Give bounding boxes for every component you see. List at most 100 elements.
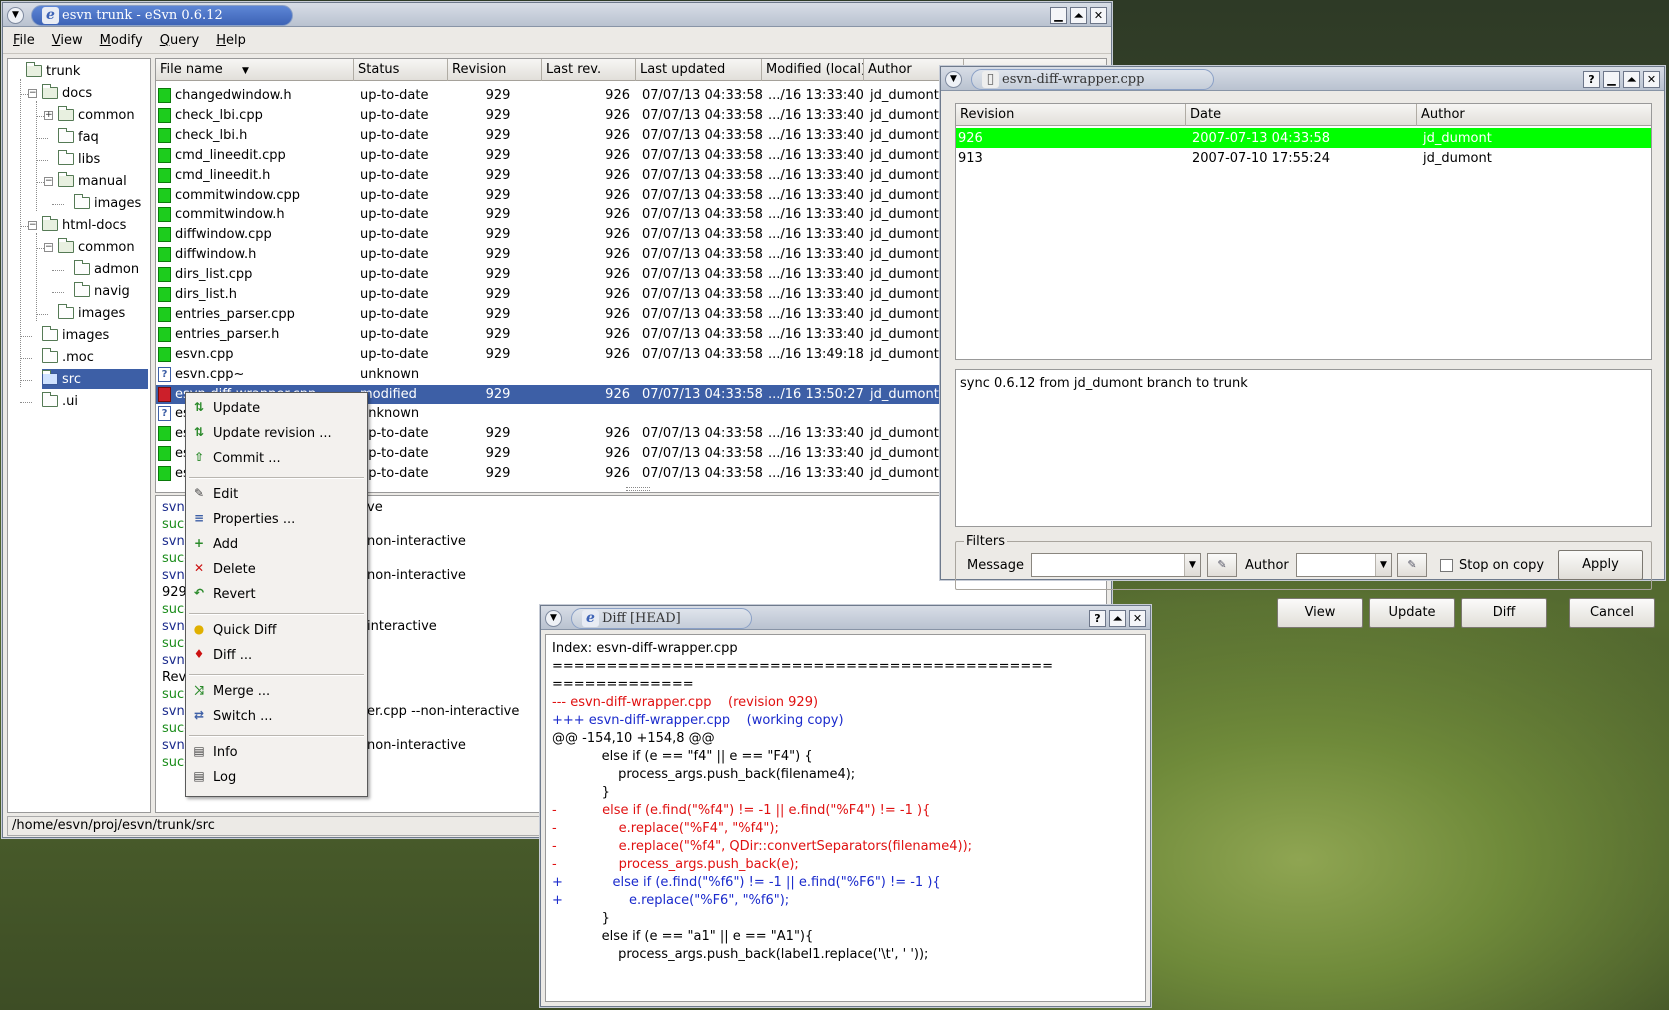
chevron-down-icon[interactable]: ▼ bbox=[1375, 554, 1391, 576]
context-menu-item[interactable]: + Add bbox=[186, 533, 367, 555]
context-menu-item[interactable]: ✕ Delete bbox=[186, 558, 367, 580]
context-menu-item[interactable]: ▤ Info bbox=[186, 741, 367, 763]
tree-item[interactable]: .ui bbox=[42, 391, 78, 411]
message-filter-combo[interactable]: ▼ bbox=[1031, 553, 1201, 577]
file-upd: 07/07/13 04:33:58 bbox=[642, 346, 762, 362]
revision-row[interactable]: 913 2007-07-10 17:55:24 jd_dumont bbox=[956, 148, 1651, 168]
file-rev: 929 bbox=[485, 127, 511, 143]
column-header[interactable]: Revision bbox=[448, 59, 542, 81]
tree-item[interactable]: manual bbox=[58, 171, 127, 191]
diff-maximize-icon[interactable]: ⏶ bbox=[1109, 610, 1126, 627]
expand-toggle-icon[interactable]: − bbox=[44, 177, 53, 186]
author-filter-combo[interactable]: ▼ bbox=[1296, 553, 1392, 577]
tree-item[interactable]: common bbox=[58, 237, 135, 257]
maximize-icon[interactable]: ⏶ bbox=[1070, 7, 1087, 24]
diff-titlebar[interactable]: ▼ e Diff [HEAD] ? ⏶ ✕ bbox=[541, 606, 1150, 630]
unknown-file-icon: ? bbox=[158, 406, 171, 422]
expand-toggle-icon[interactable]: + bbox=[44, 111, 53, 120]
context-menu-item[interactable]: ♦ Diff ... bbox=[186, 644, 367, 666]
menu-help[interactable]: Help bbox=[216, 33, 246, 48]
file-rev: 929 bbox=[485, 267, 511, 283]
commit-message-box[interactable]: sync 0.6.12 from jd_dumont branch to tru… bbox=[955, 369, 1652, 527]
column-header[interactable]: Last rev. bbox=[542, 59, 636, 81]
log-window-menu-icon[interactable]: ▼ bbox=[945, 71, 962, 88]
log-titlebar[interactable]: ▼ ▯ esvn-diff-wrapper.cpp ? ▁ ⏶ ✕ bbox=[941, 67, 1664, 91]
log-icon: ▤ bbox=[193, 769, 205, 783]
tree-item[interactable]: .moc bbox=[42, 347, 94, 367]
tree-item[interactable]: html-docs bbox=[42, 215, 126, 235]
up-to-date-file-icon bbox=[158, 326, 171, 342]
context-menu-item[interactable]: ✎ Edit bbox=[186, 483, 367, 505]
main-titlebar[interactable]: ▼ e esvn trunk - eSvn 0.6.12 ▁ ⏶ ✕ bbox=[3, 3, 1111, 27]
column-header[interactable]: Status bbox=[354, 59, 448, 81]
tree-item[interactable]: trunk bbox=[26, 61, 80, 81]
tree-item[interactable]: navig bbox=[74, 281, 130, 301]
diff-window-menu-icon[interactable]: ▼ bbox=[545, 610, 562, 627]
view-button[interactable]: View bbox=[1277, 598, 1363, 628]
file-rev: 929 bbox=[485, 466, 511, 482]
tree-item[interactable]: docs bbox=[42, 83, 92, 103]
diff-button[interactable]: Diff bbox=[1461, 598, 1547, 628]
context-menu-item[interactable]: ▤ Log bbox=[186, 766, 367, 788]
file-mod: .../16 13:33:40 bbox=[768, 207, 864, 223]
column-date[interactable]: Date bbox=[1186, 104, 1417, 126]
expand-toggle-icon[interactable]: − bbox=[28, 89, 37, 98]
context-menu-item[interactable]: ⇅ Update revision ... bbox=[186, 422, 367, 444]
expand-toggle-icon[interactable]: − bbox=[44, 243, 53, 252]
diff-text-view[interactable]: Index: esvn-diff-wrapper.cpp ============… bbox=[545, 634, 1146, 1002]
tree-item[interactable]: libs bbox=[58, 149, 100, 169]
file-last: 926 bbox=[605, 167, 630, 183]
menu-modify[interactable]: Modify bbox=[100, 33, 143, 48]
tree-item[interactable]: src bbox=[42, 369, 148, 389]
diff-line: - e.replace("%f4", QDir::convertSeparato… bbox=[552, 839, 973, 854]
log-maximize-icon[interactable]: ⏶ bbox=[1623, 71, 1640, 88]
context-menu-item[interactable]: ⇄ Switch ... bbox=[186, 705, 367, 727]
expand-toggle-icon[interactable]: − bbox=[28, 221, 37, 230]
tree-item[interactable]: admon bbox=[74, 259, 139, 279]
diff-close-icon[interactable]: ✕ bbox=[1129, 610, 1146, 627]
diff-help-icon[interactable]: ? bbox=[1089, 610, 1106, 627]
folder-icon bbox=[58, 172, 74, 187]
context-menu-item[interactable]: ⇧ Commit ... bbox=[186, 447, 367, 469]
stop-on-copy-label: Stop on copy bbox=[1459, 558, 1545, 573]
column-revision[interactable]: Revision bbox=[956, 104, 1186, 126]
context-menu-item[interactable]: ↶ Revert bbox=[186, 583, 367, 605]
delete-icon: ✕ bbox=[193, 561, 205, 575]
column-header[interactable]: Modified (local) bbox=[762, 59, 864, 81]
update-button[interactable]: Update bbox=[1369, 598, 1455, 628]
log-minimize-icon[interactable]: ▁ bbox=[1603, 71, 1620, 88]
context-menu-label: Info bbox=[213, 744, 238, 760]
menu-file[interactable]: File bbox=[13, 33, 35, 48]
file-rev: 929 bbox=[485, 446, 511, 462]
directory-tree[interactable]: trunk docs common faq libs manual images html-d… bbox=[7, 58, 151, 813]
author-filter-clear-button[interactable]: ✎ bbox=[1397, 553, 1427, 577]
splitter-handle[interactable] bbox=[626, 487, 650, 491]
column-author[interactable]: Author bbox=[1417, 104, 1651, 126]
revision-list[interactable]: Revision Date Author 926 2007-07-13 04:3… bbox=[955, 103, 1652, 360]
column-header[interactable]: Last updated bbox=[636, 59, 762, 81]
menu-view[interactable]: View bbox=[52, 33, 83, 48]
tree-item[interactable]: images bbox=[74, 193, 141, 213]
close-icon[interactable]: ✕ bbox=[1090, 7, 1107, 24]
help-icon[interactable]: ? bbox=[1583, 71, 1600, 88]
log-close-icon[interactable]: ✕ bbox=[1643, 71, 1660, 88]
context-menu-item[interactable]: ≡ Properties ... bbox=[186, 508, 367, 530]
chevron-down-icon[interactable]: ▼ bbox=[1184, 554, 1200, 576]
menubar: File View Modify Query Help bbox=[3, 28, 1111, 54]
revision-row[interactable]: 926 2007-07-13 04:33:58 jd_dumont bbox=[956, 128, 1651, 148]
minimize-icon[interactable]: ▁ bbox=[1050, 7, 1067, 24]
context-menu-item[interactable]: ⤨ Merge ... bbox=[186, 680, 367, 702]
message-filter-clear-button[interactable]: ✎ bbox=[1207, 553, 1237, 577]
window-menu-icon[interactable]: ▼ bbox=[7, 7, 24, 24]
column-header[interactable]: File name bbox=[156, 59, 354, 81]
context-menu-item[interactable]: ● Quick Diff bbox=[186, 619, 367, 641]
tree-item[interactable]: common bbox=[58, 105, 135, 125]
stop-on-copy-checkbox[interactable] bbox=[1440, 559, 1453, 572]
apply-button[interactable]: Apply bbox=[1558, 550, 1643, 580]
cancel-button[interactable]: Cancel bbox=[1569, 598, 1655, 628]
tree-item[interactable]: faq bbox=[58, 127, 99, 147]
tree-item[interactable]: images bbox=[58, 303, 125, 323]
context-menu-item[interactable]: ⇅ Update bbox=[186, 397, 367, 419]
tree-item[interactable]: images bbox=[42, 325, 109, 345]
menu-query[interactable]: Query bbox=[160, 33, 200, 48]
